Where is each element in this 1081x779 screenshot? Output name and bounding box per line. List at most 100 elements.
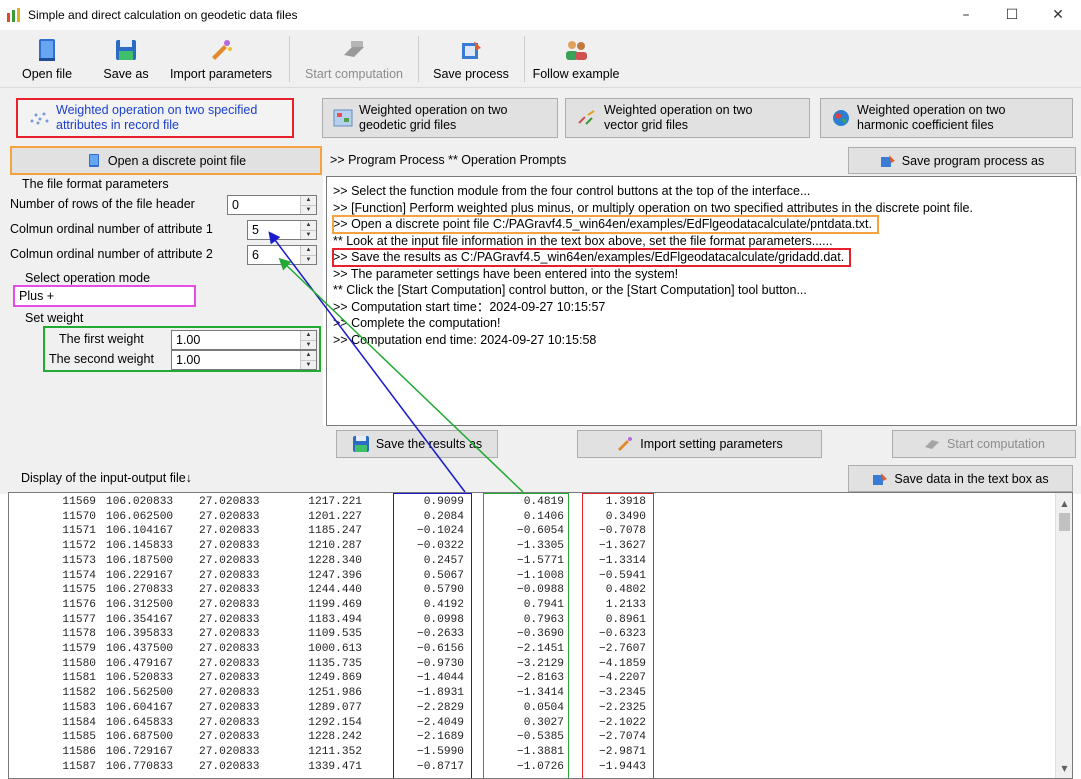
toolbar: Open file Save as Import parameters Star… <box>0 30 1081 88</box>
module1-line1: Weighted operation on two specified <box>56 103 258 117</box>
spin-down-icon[interactable]: ▼ <box>301 229 316 239</box>
open-file-tool[interactable]: Open file <box>6 32 88 86</box>
data-cell: 106.437500 <box>106 643 174 655</box>
first-weight-spinbox[interactable]: 1.00 ▲ ▼ <box>171 330 317 350</box>
data-row: 11580 106.479167 27.020833 1135.735 −0.9730 −… <box>9 658 1049 673</box>
scroll-down-icon[interactable]: ▼ <box>1056 760 1072 776</box>
scroll-thumb[interactable] <box>1059 513 1070 531</box>
spin-down-icon[interactable]: ▼ <box>301 359 316 369</box>
data-cell: 0.7941 <box>523 598 564 611</box>
save-process-tool[interactable]: Save process <box>424 32 518 86</box>
data-cell: 27.020833 <box>199 525 260 538</box>
spin-up-icon[interactable]: ▲ <box>301 351 316 360</box>
data-row: 11573 106.187500 27.020833 1228.340 0.2457 −1… <box>9 555 1049 570</box>
import-parameters-tool[interactable]: Import parameters <box>162 32 280 86</box>
import-settings-button[interactable]: Import setting parameters <box>577 430 822 458</box>
data-cell: 27.020833 <box>199 687 260 700</box>
data-cell: 1135.735 <box>308 657 362 670</box>
save-program-process-label: Save program process as <box>901 153 1045 168</box>
data-cell: 1199.469 <box>308 598 362 611</box>
close-button[interactable]: ✕ <box>1035 0 1081 30</box>
follow-example-tool[interactable]: Follow example <box>530 32 622 86</box>
data-cell: −1.5771 <box>517 554 564 567</box>
data-cell: 11579 <box>62 643 96 655</box>
data-cell: −1.3414 <box>517 687 564 700</box>
process-textbox[interactable]: >> Select the function module from the f… <box>326 176 1077 426</box>
module3-line2: vector grid files <box>604 118 689 132</box>
start-computation-tool[interactable]: Start computation <box>296 32 412 86</box>
second-weight-spinbox[interactable]: 1.00 ▲ ▼ <box>171 350 317 370</box>
book-icon <box>88 153 99 167</box>
data-row: 11569 106.020833 27.020833 1217.221 0.9099 0.… <box>9 496 1049 511</box>
module-harmonic-coefficient-button[interactable]: Weighted operation on two harmonic coeffi… <box>820 98 1073 138</box>
data-cell: 1.3918 <box>605 496 646 508</box>
spin-up-icon[interactable]: ▲ <box>301 196 316 205</box>
data-cell: −0.6323 <box>599 628 646 641</box>
data-cell: 11580 <box>62 657 96 670</box>
process-line: >> Select the function module from the f… <box>333 184 811 198</box>
attr2-value: 6 <box>252 248 259 262</box>
attr2-spinbox[interactable]: 6 ▲ ▼ <box>247 245 317 265</box>
module-vector-grid-button[interactable]: Weighted operation on two vector grid fil… <box>565 98 810 138</box>
data-row: 11571 106.104167 27.020833 1185.247 −0.1024 −… <box>9 525 1049 540</box>
scroll-up-icon[interactable]: ▲ <box>1056 495 1072 511</box>
data-cell: 27.020833 <box>199 554 260 567</box>
save-process-icon <box>873 472 888 485</box>
save-as-tool[interactable]: Save as <box>94 32 158 86</box>
toolbar-separator <box>524 36 525 82</box>
module-record-file-button[interactable]: Weighted operation on two specified attri… <box>16 98 294 138</box>
data-row: 11581 106.520833 27.020833 1249.869 −1.4044 −… <box>9 672 1049 687</box>
start-computation-button[interactable]: Start computation <box>892 430 1076 458</box>
maximize-button[interactable]: ☐ <box>989 0 1035 30</box>
open-point-file-button[interactable]: Open a discrete point file <box>10 146 322 175</box>
data-textbox[interactable]: 11569 106.020833 27.020833 1217.221 0.9099 0.… <box>8 492 1073 779</box>
data-cell: 11577 <box>62 613 96 626</box>
data-cell: 27.020833 <box>199 701 260 714</box>
data-cell: 106.770833 <box>106 760 174 773</box>
data-cell: 1109.535 <box>308 628 362 641</box>
save-textbox-data-button[interactable]: Save data in the text box as <box>848 465 1073 492</box>
minimize-button[interactable]: – <box>943 0 989 30</box>
data-cell: 1249.869 <box>308 672 362 685</box>
data-cell: 106.687500 <box>106 731 174 744</box>
process-line: >> Complete the computation! <box>333 316 501 330</box>
data-row: 11572 106.145833 27.020833 1210.287 −0.0322 −… <box>9 540 1049 555</box>
second-weight-value: 1.00 <box>176 353 201 367</box>
open-file-label: Open file <box>21 67 73 81</box>
attr1-spinbox[interactable]: 5 ▲ ▼ <box>247 220 317 240</box>
data-cell: 11578 <box>62 628 96 641</box>
process-line: ** Look at the input file information in… <box>333 233 833 248</box>
data-cell: −1.3881 <box>517 745 564 758</box>
data-cell: 0.3490 <box>605 510 646 523</box>
data-cell: −1.5990 <box>417 745 464 758</box>
data-row: 11578 106.395833 27.020833 1109.535 −0.2633 −… <box>9 628 1049 643</box>
operation-mode-select[interactable]: Plus + <box>13 285 196 307</box>
vertical-scrollbar[interactable]: ▲ ▼ <box>1055 493 1072 778</box>
spin-down-icon[interactable]: ▼ <box>301 339 316 349</box>
spin-up-icon[interactable]: ▲ <box>301 246 316 255</box>
data-cell: 0.4819 <box>523 496 564 508</box>
module-geodetic-grid-button[interactable]: Weighted operation on two geodetic grid f… <box>322 98 558 138</box>
data-cell: 11583 <box>62 701 96 714</box>
floppy-disk-icon <box>352 436 369 452</box>
spin-up-icon[interactable]: ▲ <box>301 221 316 230</box>
save-program-process-button[interactable]: Save program process as <box>848 147 1076 174</box>
data-cell: 106.145833 <box>106 540 174 553</box>
header-rows-spinbox[interactable]: 0 ▲ ▼ <box>227 195 317 215</box>
spin-down-icon[interactable]: ▼ <box>301 204 316 214</box>
data-row: 11586 106.729167 27.020833 1211.352 −1.5990 −… <box>9 746 1049 761</box>
process-header: >> Program Process ** Operation Prompts … <box>323 144 1081 176</box>
data-cell: 11571 <box>62 525 96 538</box>
data-cell: 27.020833 <box>199 496 260 508</box>
spin-down-icon[interactable]: ▼ <box>301 254 316 264</box>
process-line: >> [Function] Perform weighted plus minu… <box>333 200 973 215</box>
attr1-value: 5 <box>252 223 259 237</box>
data-row: 11570 106.062500 27.020833 1201.227 0.2084 0.… <box>9 511 1049 526</box>
title-bar: Simple and direct calculation on geodeti… <box>0 0 1081 30</box>
save-results-button[interactable]: Save the results as <box>336 430 498 458</box>
data-cell: 27.020833 <box>199 672 260 685</box>
data-cell: −3.2129 <box>517 657 564 670</box>
app-icon <box>7 8 20 22</box>
module-bar: Weighted operation on two specified attri… <box>0 88 1081 144</box>
spin-up-icon[interactable]: ▲ <box>301 331 316 340</box>
